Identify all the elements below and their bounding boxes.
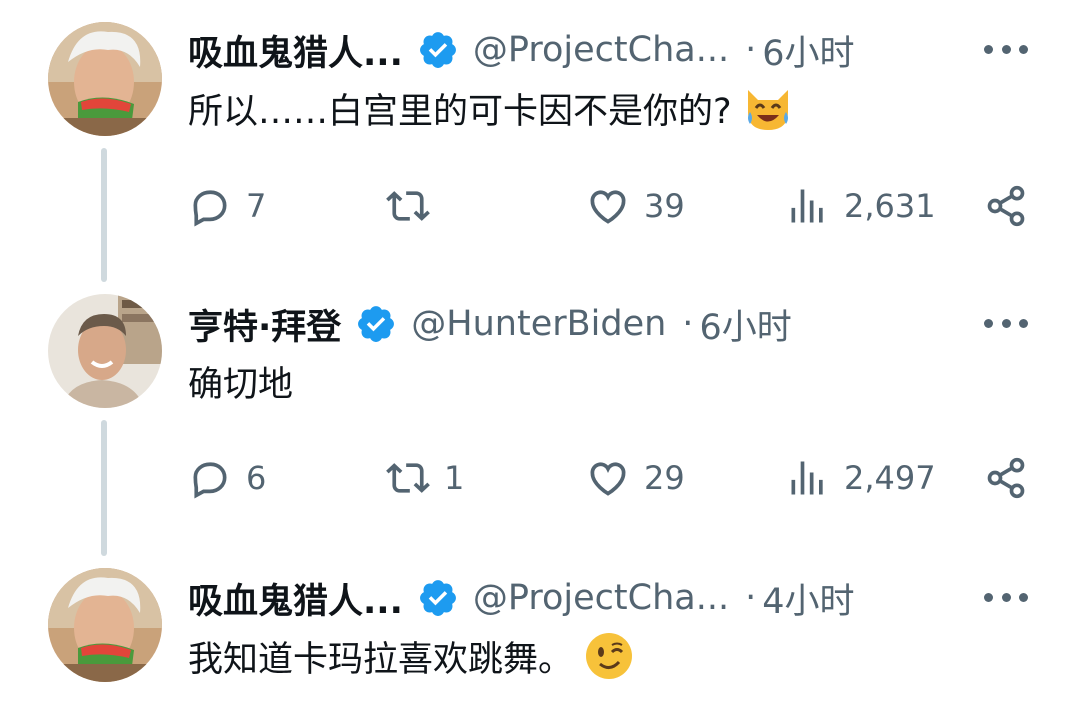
tweet[interactable]: 吸血鬼猎人... @ProjectCha... · 6小时 所以……白宫里的可卡…: [0, 20, 1080, 260]
reply-count: 7: [246, 187, 267, 225]
reply-button[interactable]: 6: [188, 456, 266, 500]
more-options-icon[interactable]: [984, 40, 1028, 58]
views-count: 2,631: [844, 187, 936, 225]
reply-icon: [193, 190, 227, 227]
views-bar-chart-icon: [791, 189, 823, 223]
tweet-text: 我知道卡玛拉喜欢跳舞。: [188, 639, 574, 680]
like-count: 39: [644, 187, 685, 225]
reply-button[interactable]: 7: [188, 184, 266, 228]
views-bar-chart-icon: [791, 461, 823, 495]
timestamp[interactable]: 6小时: [699, 299, 791, 350]
tweet[interactable]: 吸血鬼猎人... @ProjectCha... · 4小时 我知道卡玛拉喜欢跳舞…: [0, 568, 1080, 714]
avatar[interactable]: [48, 568, 162, 682]
share-button[interactable]: [984, 184, 1028, 228]
verified-badge-icon: [419, 32, 456, 68]
reply-icon: [193, 462, 227, 499]
avatar[interactable]: [48, 294, 162, 408]
heart-icon: [590, 462, 626, 496]
winking-face-emoji: [586, 633, 633, 679]
tweet-text: 所以……白宫里的可卡因不是你的?: [188, 91, 732, 132]
reply-count: 6: [246, 459, 267, 497]
like-count: 29: [644, 459, 685, 497]
timestamp[interactable]: 6小时: [762, 25, 854, 76]
like-button[interactable]: 39: [586, 184, 685, 228]
tweet-text: 确切地: [188, 365, 294, 405]
tweet[interactable]: 亨特·拜登 @HunterBiden · 6小时 确切地 6 1 29 2,49…: [0, 294, 1080, 534]
share-icon: [987, 185, 1025, 227]
retweet-button[interactable]: 1: [386, 456, 464, 500]
handle[interactable]: @ProjectCha...: [473, 578, 729, 618]
retweet-button[interactable]: [386, 184, 444, 228]
views-count: 2,497: [844, 459, 936, 497]
share-icon: [987, 457, 1025, 499]
like-button[interactable]: 29: [586, 456, 685, 500]
heart-icon: [590, 190, 626, 224]
share-button[interactable]: [984, 456, 1028, 500]
verified-badge-icon: [419, 580, 456, 616]
retweet-icon: [386, 191, 430, 221]
avatar[interactable]: [48, 22, 162, 136]
display-name[interactable]: 亨特·拜登: [188, 299, 341, 350]
handle[interactable]: @ProjectCha...: [473, 30, 729, 70]
timestamp[interactable]: 4小时: [762, 573, 854, 624]
separator: ·: [682, 304, 694, 344]
separator: ·: [745, 578, 757, 618]
display-name[interactable]: 吸血鬼猎人...: [188, 25, 403, 76]
views-button[interactable]: 2,497: [786, 456, 936, 500]
separator: ·: [745, 30, 757, 70]
more-options-icon[interactable]: [984, 588, 1028, 606]
laughing-cat-emoji: [747, 90, 788, 130]
handle[interactable]: @HunterBiden: [411, 304, 666, 344]
retweet-count: 1: [444, 459, 465, 497]
verified-badge-icon: [358, 306, 395, 342]
more-options-icon[interactable]: [984, 314, 1028, 332]
retweet-icon: [386, 463, 430, 493]
views-button[interactable]: 2,631: [786, 184, 936, 228]
display-name[interactable]: 吸血鬼猎人...: [188, 573, 403, 624]
